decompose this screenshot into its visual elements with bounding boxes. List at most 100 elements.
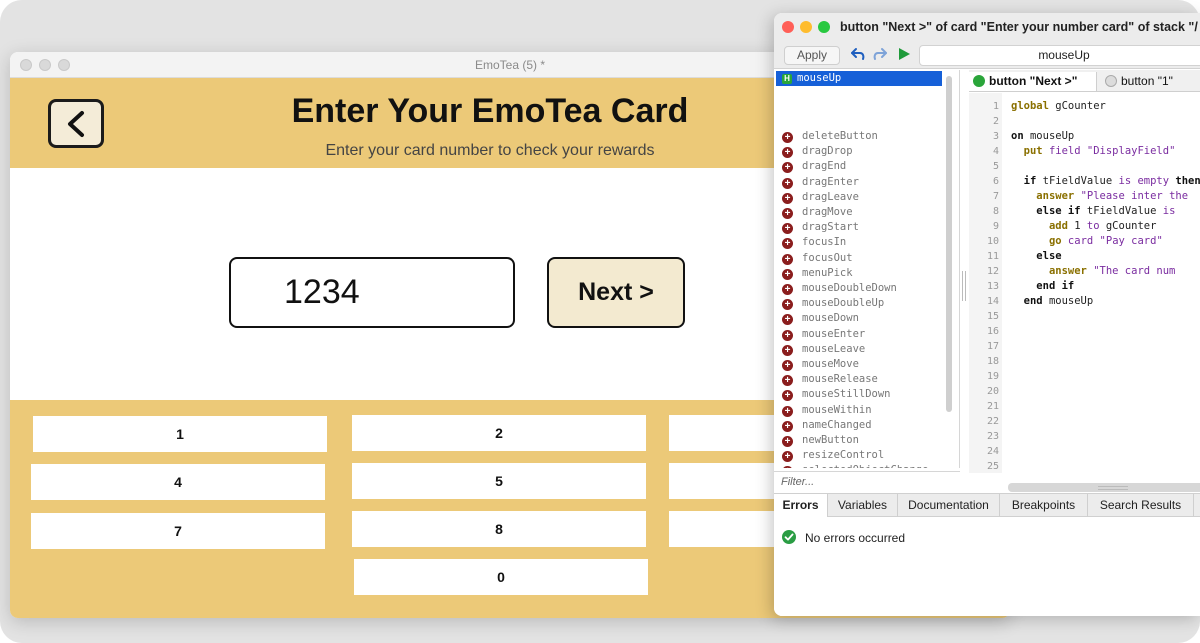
script-status-icon: [1105, 75, 1117, 87]
line-number: 19: [986, 371, 999, 382]
add-handler-icon: +: [782, 390, 793, 402]
tab-next-button[interactable]: button "Next >": [969, 72, 1097, 91]
bottom-panel-tabs: Errors Variables Documentation Breakpoin…: [774, 486, 1200, 517]
script-status-icon: [973, 75, 985, 87]
key-2-button[interactable]: 2: [352, 415, 646, 451]
key-1-button[interactable]: 1: [33, 416, 327, 452]
line-number: 14: [986, 296, 999, 307]
message-item[interactable]: + mouseRelease: [782, 372, 878, 387]
card-number-field[interactable]: 1234: [229, 257, 515, 328]
add-handler-icon: +: [782, 162, 793, 174]
split-handle[interactable]: [962, 271, 966, 301]
message-item[interactable]: + dragDrop: [782, 144, 853, 159]
code-line: on mouseUp: [1011, 130, 1075, 142]
message-label: newButton: [802, 434, 859, 446]
message-item[interactable]: + dragStart: [782, 220, 859, 235]
code-line: else: [1036, 250, 1062, 262]
key-7-button[interactable]: 7: [31, 513, 325, 549]
message-item[interactable]: + dragEnter: [782, 175, 859, 190]
chevron-left-icon: [68, 111, 84, 137]
line-number: 6: [992, 176, 999, 187]
selected-handler-item[interactable]: HmouseUp: [776, 71, 942, 86]
apply-button[interactable]: Apply: [784, 46, 840, 65]
tab-breakpoints[interactable]: Breakpoints: [1000, 494, 1088, 517]
message-item[interactable]: + mouseStillDown: [782, 387, 891, 402]
tab-button-1[interactable]: button "1": [1101, 72, 1200, 91]
key-4-button[interactable]: 4: [31, 464, 325, 500]
message-item[interactable]: + deleteButton: [782, 129, 878, 144]
add-handler-icon: +: [782, 405, 793, 417]
run-icon[interactable]: [896, 46, 912, 62]
key-9-button[interactable]: [669, 511, 789, 547]
message-item[interactable]: + dragMove: [782, 205, 853, 220]
add-handler-icon: +: [782, 253, 793, 265]
tab-search-results[interactable]: Search Results: [1088, 494, 1194, 517]
handler-list-scrollbar[interactable]: [946, 76, 952, 412]
message-item[interactable]: + dragLeave: [782, 190, 859, 205]
message-item[interactable]: + selectedObjectChange: [782, 463, 928, 468]
add-handler-icon: +: [782, 238, 793, 250]
handler-name-field[interactable]: mouseUp: [919, 45, 1200, 66]
add-handler-icon: +: [782, 177, 793, 189]
message-item[interactable]: + mouseLeave: [782, 342, 865, 357]
line-number: 22: [986, 416, 999, 427]
close-editor-button[interactable]: [782, 21, 794, 33]
code-line: if tFieldValue is empty then: [1023, 175, 1200, 187]
message-item[interactable]: + newButton: [782, 433, 859, 448]
add-handler-icon: +: [782, 466, 793, 468]
key-0-button[interactable]: 0: [354, 559, 648, 595]
message-label: dragStart: [802, 221, 859, 234]
message-item[interactable]: + mouseMove: [782, 357, 859, 372]
add-handler-icon: +: [782, 329, 793, 341]
back-button[interactable]: [48, 99, 104, 148]
tab-variables[interactable]: Variables: [828, 494, 898, 517]
line-number: 5: [992, 161, 999, 172]
handler-list: HmouseUp + deleteButton + dragDrop + dragEnd +…: [774, 70, 960, 468]
redo-icon[interactable]: [872, 46, 888, 62]
add-handler-icon: +: [782, 360, 793, 371]
message-label: focusIn: [802, 236, 847, 249]
code-line: global gCounter: [1011, 100, 1106, 112]
message-label: mouseMove: [802, 358, 859, 370]
message-label: mouseLeave: [802, 342, 866, 355]
code-line: answer "The card num: [1048, 265, 1176, 277]
line-number: 1: [992, 101, 999, 112]
tab-documentation[interactable]: Documentation: [898, 494, 1000, 517]
message-item[interactable]: + focusIn: [782, 235, 846, 250]
checkmark-icon: [782, 530, 796, 544]
message-item[interactable]: + mouseEnter: [782, 327, 865, 342]
message-item[interactable]: + mouseDown: [782, 311, 859, 326]
message-item[interactable]: + mouseWithin: [782, 403, 872, 418]
tab-errors[interactable]: Errors: [774, 494, 828, 517]
message-item[interactable]: + mouseDoubleDown: [782, 281, 897, 296]
panel-resize-handle[interactable]: [1098, 486, 1128, 490]
minimize-editor-button[interactable]: [800, 21, 812, 33]
message-item[interactable]: + dragEnd: [782, 159, 846, 174]
line-number: 13: [986, 281, 999, 292]
message-label: dragLeave: [802, 190, 859, 203]
message-item[interactable]: + mouseDoubleUp: [782, 296, 884, 311]
key-5-button[interactable]: 5: [352, 463, 646, 499]
message-label: mouseEnter: [802, 327, 866, 340]
line-number: 2: [992, 116, 999, 127]
add-handler-icon: +: [782, 284, 793, 295]
message-label: resizeControl: [802, 449, 885, 462]
key-6-button[interactable]: [669, 463, 789, 499]
line-number: 16: [986, 326, 999, 337]
key-8-button[interactable]: 8: [352, 511, 646, 547]
code-line: put field "DisplayField": [1023, 145, 1176, 157]
message-label: dragEnter: [802, 175, 859, 188]
message-item[interactable]: + resizeControl: [782, 448, 884, 463]
code-editor[interactable]: 1 2 3 4 5 6 7 8 9 10 11 12 13 14 15 16 17 18 19 20 21 22 23 24 2…: [969, 93, 1200, 473]
message-item[interactable]: + nameChanged: [782, 418, 872, 433]
message-label: mouseDoubleUp: [802, 297, 885, 310]
filter-field[interactable]: Filter...: [774, 471, 960, 493]
message-item[interactable]: + focusOut: [782, 251, 853, 266]
undo-icon[interactable]: [850, 46, 866, 62]
message-item[interactable]: + menuPick: [782, 266, 853, 281]
next-button[interactable]: Next >: [547, 257, 685, 328]
zoom-editor-button[interactable]: [818, 21, 830, 33]
key-3-button[interactable]: [669, 415, 789, 451]
message-label: selectedObjectChange: [802, 464, 928, 468]
add-handler-icon: +: [782, 420, 793, 432]
